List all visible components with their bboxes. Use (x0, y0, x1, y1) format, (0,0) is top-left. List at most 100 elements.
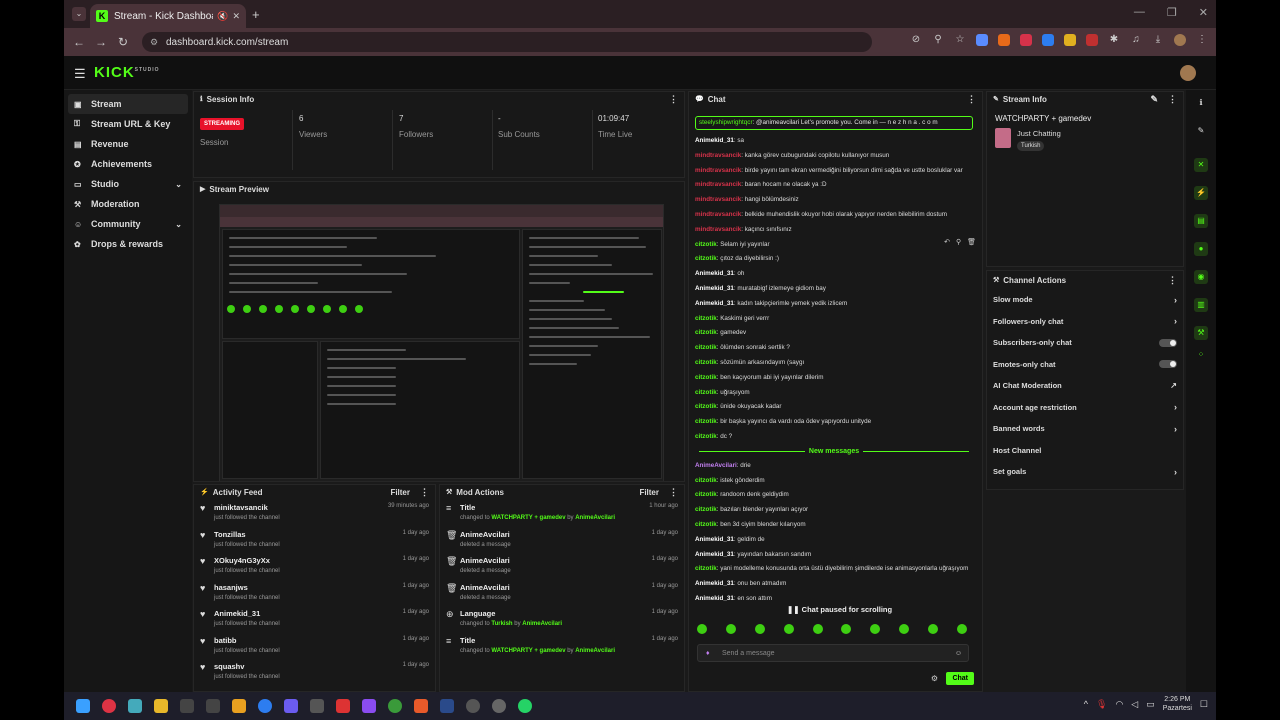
menu-kebab-icon[interactable]: ⋮ (1196, 34, 1208, 46)
chat-username[interactable]: steelyshipwrightqcr (699, 119, 753, 126)
copilot-icon[interactable] (128, 699, 142, 713)
more-options-icon[interactable]: ⋮ (669, 94, 678, 105)
extension-icon[interactable] (1064, 34, 1076, 46)
emote-icon[interactable] (725, 624, 736, 634)
kick-logo[interactable]: KICKSTUDIO (94, 64, 160, 81)
more-options-icon[interactable]: ⋮ (420, 487, 429, 498)
chat-username[interactable]: AnimeAvcilari (695, 462, 737, 469)
chat-settings-gear-icon[interactable]: ⚙ (931, 674, 938, 683)
app-icon[interactable] (310, 699, 324, 713)
app-icon[interactable] (284, 699, 298, 713)
extension-icon[interactable] (998, 34, 1010, 46)
chat-username[interactable]: Animekid_31 (695, 551, 734, 558)
feed-username[interactable]: hasanjws (214, 583, 280, 592)
chat-username[interactable]: mindtravsancik (695, 152, 741, 159)
category-name[interactable]: Just Chatting (1017, 129, 1061, 138)
chat-username[interactable]: citzotik (695, 403, 717, 410)
whatsapp-icon[interactable] (518, 699, 532, 713)
channel-action-item[interactable]: Set goals › (987, 461, 1183, 483)
emote-icon[interactable] (928, 624, 938, 634)
feed-username[interactable]: miniktavsancik (214, 503, 280, 512)
emote-icon[interactable] (870, 624, 881, 634)
sidebar-item-stream-url-key[interactable]: ⚿ Stream URL & Key (68, 114, 188, 134)
widget-icon[interactable]: ✕ (1194, 158, 1208, 172)
chat-username[interactable]: mindtravsancik (695, 181, 741, 188)
zoom-icon[interactable]: ⚲ (932, 34, 944, 46)
detail-user[interactable]: AnimeAvcilari (575, 515, 615, 521)
edit-icon[interactable]: ✎ (1194, 124, 1208, 138)
emote-icon[interactable] (754, 624, 765, 634)
app-icon[interactable] (206, 699, 220, 713)
emote-icon[interactable] (783, 624, 794, 634)
channel-action-item[interactable]: Host Channel (987, 440, 1183, 462)
wrench-icon[interactable]: ⚒ (1194, 326, 1208, 340)
user-avatar[interactable] (1180, 65, 1196, 81)
eye-off-icon[interactable]: ⊘ (910, 34, 922, 46)
close-window-icon[interactable]: ✕ (1199, 6, 1208, 19)
channel-action-item[interactable]: Followers-only chat › (987, 311, 1183, 333)
sidebar-item-stream[interactable]: ▣ Stream (68, 94, 188, 114)
chat-username[interactable]: citzotik (695, 565, 717, 572)
app-icon[interactable] (258, 699, 272, 713)
chat-username[interactable]: mindtravsancik (695, 196, 741, 203)
chat-username[interactable]: mindtravsancik (695, 167, 741, 174)
profile-avatar-icon[interactable] (1174, 34, 1186, 46)
minimize-icon[interactable]: — (1134, 6, 1145, 19)
app-icon[interactable] (466, 699, 480, 713)
feed-username[interactable]: XOkuy4nG3yXx (214, 556, 280, 565)
chat-username[interactable]: citzotik (695, 241, 717, 248)
filter-button[interactable]: Filter (390, 488, 410, 497)
microphone-icon[interactable]: 🎙 (1096, 699, 1107, 710)
extension-icon[interactable] (1042, 34, 1054, 46)
notifications-icon[interactable]: ☐ (1200, 699, 1208, 710)
chat-username[interactable]: citzotik (695, 374, 717, 381)
detail-user[interactable]: AnimeAvcilari (522, 621, 562, 627)
lightning-icon[interactable]: ⚡ (1194, 186, 1208, 200)
browser-tab[interactable]: K Stream - Kick Dashboard 🔇 ✕ (90, 4, 246, 28)
chrome-icon[interactable] (388, 699, 402, 713)
bookmark-star-icon[interactable]: ☆ (954, 34, 966, 46)
app-icon[interactable] (492, 699, 506, 713)
emote-icon[interactable] (899, 624, 910, 634)
channel-action-item[interactable]: AI Chat Moderation ↗ (987, 375, 1183, 397)
new-tab-icon[interactable]: + (252, 7, 260, 22)
more-options-icon[interactable]: ⋮ (1168, 275, 1177, 286)
app-icon[interactable] (336, 699, 350, 713)
more-options-icon[interactable]: ⋮ (967, 94, 976, 105)
app-icon[interactable] (362, 699, 376, 713)
detail-user[interactable]: AnimeAvcilari (575, 648, 615, 654)
clipboard-icon[interactable]: ▥ (1194, 298, 1208, 312)
hamburger-menu-icon[interactable]: ☰ (74, 66, 86, 82)
clock[interactable]: 2:26 PM Pazartesi (1163, 695, 1192, 713)
emote-icon[interactable] (841, 624, 852, 634)
feed-username[interactable]: squashv (214, 662, 280, 671)
windows-start-icon[interactable] (76, 699, 90, 713)
chat-username[interactable]: mindtravsancik (695, 211, 741, 218)
chat-username[interactable]: citzotik (695, 477, 717, 484)
chevron-up-icon[interactable]: ^ (1084, 699, 1088, 709)
sidebar-item-achievements[interactable]: ✪ Achievements (68, 154, 188, 174)
chat-username[interactable]: citzotik (695, 418, 717, 425)
wifi-icon[interactable]: ◠ (1115, 699, 1123, 710)
stream-video[interactable] (219, 204, 664, 481)
url-field[interactable]: ⚙ dashboard.kick.com/stream (142, 32, 872, 52)
chat-username[interactable]: Animekid_31 (695, 137, 734, 144)
chat-username[interactable]: Animekid_31 (695, 300, 734, 307)
chat-username[interactable]: citzotik (695, 359, 717, 366)
chat-username[interactable]: Animekid_31 (695, 595, 734, 602)
edit-icon[interactable]: ✎ (1150, 94, 1158, 105)
send-chat-button[interactable]: Chat (946, 672, 974, 685)
list-icon[interactable]: ▤ (1194, 214, 1208, 228)
chat-paused-banner[interactable]: ❚❚ Chat paused for scrolling (783, 604, 897, 615)
extensions-puzzle-icon[interactable]: ✱ (1108, 34, 1120, 46)
info-icon[interactable]: ℹ (1194, 96, 1208, 110)
maximize-icon[interactable]: ❐ (1167, 6, 1177, 19)
more-options-icon[interactable]: ⋮ (669, 487, 678, 498)
broadcast-icon[interactable]: ◉ (1194, 270, 1208, 284)
chat-username[interactable]: citzotik (695, 329, 717, 336)
chat-username[interactable]: citzotik (695, 433, 717, 440)
chat-username[interactable]: Animekid_31 (695, 285, 734, 292)
tab-search-icon[interactable]: ⌄ (72, 7, 86, 21)
reload-icon[interactable]: ↻ (112, 35, 134, 49)
download-icon[interactable]: ⤓ (1152, 34, 1164, 46)
